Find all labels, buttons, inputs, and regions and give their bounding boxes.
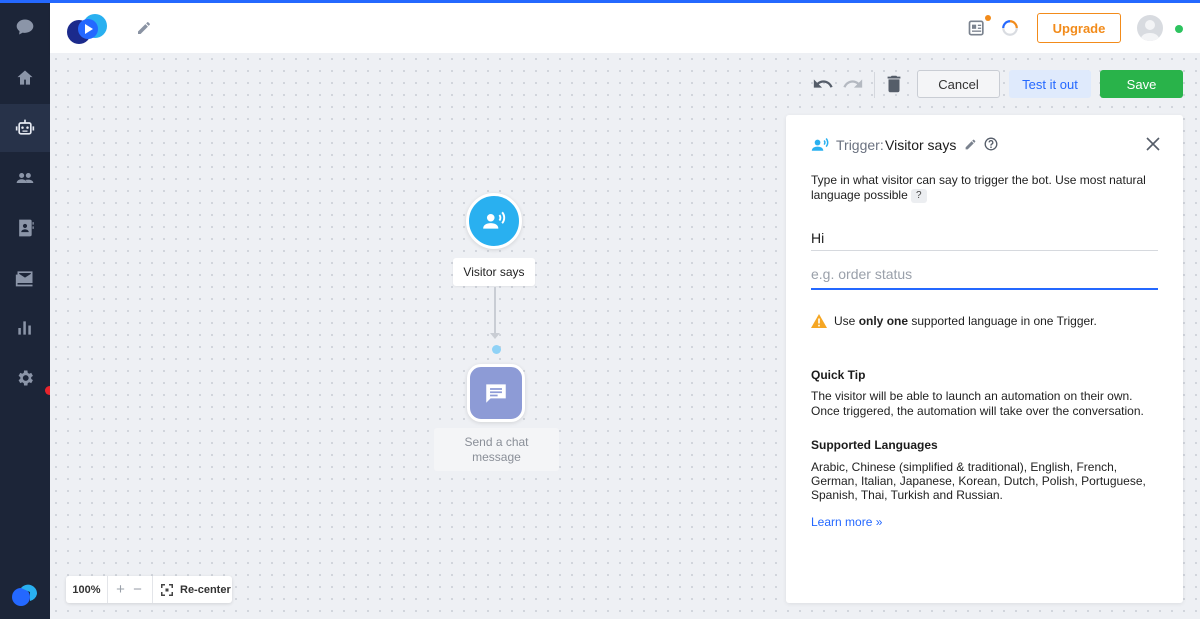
delete-button[interactable] [883,73,905,95]
upgrade-button[interactable]: Upgrade [1037,13,1121,43]
visitor-speaking-icon [811,137,829,151]
mail-icon [15,271,33,287]
chat-message-icon [486,384,506,403]
connector-handle[interactable] [492,345,501,354]
contact-book-icon [19,219,34,237]
panel-title: Visitor says [885,137,957,153]
sidebar-item-settings[interactable] [0,354,50,402]
warning-suffix: supported language in one Trigger. [908,314,1097,328]
quick-tip-text: The visitor will be able to launch an au… [811,389,1144,418]
recenter-icon [161,583,173,596]
description-help-badge[interactable]: ? [910,188,927,203]
connector-arrow-icon [490,333,500,339]
sidebar-item-chatbots[interactable] [0,104,50,152]
warning-bold: only one [858,314,909,328]
sidebar-item-mailing[interactable] [0,254,50,302]
learn-more-link[interactable]: Learn more » [811,515,882,529]
gear-icon [18,370,33,386]
sidebar-item-home[interactable] [0,54,50,102]
message-node-label[interactable]: Send a chat message [434,428,559,471]
undo-button[interactable] [812,73,834,95]
header: Upgrade [50,3,1200,53]
home-icon [17,70,33,85]
trigger-node-label[interactable]: Visitor says [453,258,535,286]
trigger-node[interactable] [466,193,522,249]
recenter-label: Re-center [180,583,231,596]
language-warning: Use only one supported language in one T… [811,314,1097,328]
undo-icon [813,79,833,88]
zoom-out-button[interactable]: − [129,581,146,598]
sidebar [0,3,50,619]
bot-icon [15,119,35,135]
sidebar-item-chats[interactable] [0,3,50,51]
warning-triangle-icon [811,314,827,328]
close-icon[interactable] [1146,137,1160,151]
trash-icon [887,75,901,93]
brand-logo-icon [12,584,38,606]
progress-ring-icon[interactable] [1001,19,1019,37]
edit-name-pen-icon[interactable] [136,20,152,36]
trigger-settings-panel: Trigger: Visitor says Type in what visit… [786,115,1183,603]
toolbar-divider [874,72,875,98]
sidebar-item-visitors[interactable] [0,154,50,202]
trigger-phrase-input[interactable] [811,260,1158,290]
redo-button[interactable] [842,73,864,95]
help-circle-icon[interactable] [984,137,998,151]
trigger-phrase-item[interactable]: Hi [811,225,1158,251]
sidebar-item-contacts[interactable] [0,204,50,252]
news-badge-dot [985,15,991,21]
test-it-out-button[interactable]: Test it out [1009,70,1091,98]
flow-connector [494,287,496,337]
panel-title-prefix: Trigger: [836,137,884,153]
app-logo-icon[interactable] [66,12,112,46]
rename-pen-icon[interactable] [964,138,977,151]
description-text: Type in what visitor can say to trigger … [811,173,1146,202]
redo-icon [843,79,863,88]
visitor-speaking-icon [483,211,506,229]
user-silhouette-icon [1140,20,1160,41]
message-node[interactable] [467,364,525,422]
panel-description: Type in what visitor can say to trigger … [811,173,1156,203]
warning-prefix: Use [834,314,859,328]
bar-chart-icon [18,321,31,335]
save-button[interactable]: Save [1100,70,1183,98]
avatar[interactable] [1137,15,1163,41]
cancel-button[interactable]: Cancel [917,70,1000,98]
people-icon [16,173,34,183]
zoom-level: 100% [66,576,108,603]
quick-tip-heading: Quick Tip [811,368,866,382]
news-icon[interactable] [967,18,987,38]
supported-languages-text: Arabic, Chinese (simplified & traditiona… [811,460,1146,502]
sidebar-item-analytics[interactable] [0,304,50,352]
chat-bubble-icon [16,19,34,35]
zoom-in-button[interactable]: + [112,581,129,598]
supported-languages-heading: Supported Languages [811,438,938,452]
recenter-button[interactable]: Re-center [153,583,231,596]
zoom-control: 100% + − Re-center [66,576,232,603]
online-status-dot [1175,25,1183,33]
